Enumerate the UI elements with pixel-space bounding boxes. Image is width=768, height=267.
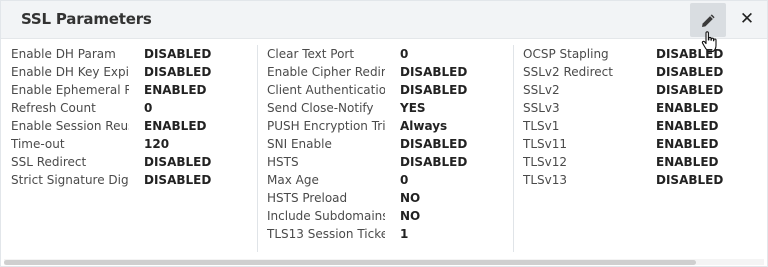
- pencil-icon: [702, 14, 715, 27]
- parameter-label: TLSv13: [523, 173, 568, 187]
- parameter-label: TLSv11: [523, 137, 568, 151]
- parameter-value: Always: [400, 119, 448, 133]
- parameter-label: Clear Text Port: [267, 47, 355, 61]
- parameters-column-2: Clear Text Port 0 Enable Cipher Redirect DI…: [257, 45, 513, 252]
- panel-header: SSL Parameters ✕: [1, 1, 767, 53]
- parameter-row: Strict Signature Diges… DISABLED: [2, 171, 257, 189]
- parameter-row: Client Authentication DISABLED: [258, 81, 513, 99]
- parameter-label: Include Subdomains: [267, 209, 385, 223]
- panel-title: SSL Parameters: [21, 10, 152, 28]
- parameter-label: TLSv12: [523, 155, 568, 169]
- parameter-row: TLSv11 ENABLED: [514, 135, 767, 153]
- parameter-row: Refresh Count 0: [2, 99, 257, 117]
- parameter-row: Time-out 120: [2, 135, 257, 153]
- parameter-value: 0: [400, 173, 409, 187]
- parameter-label: Enable Ephemeral RSA: [11, 83, 129, 97]
- parameter-label: TLSv1: [523, 119, 560, 133]
- parameter-value: DISABLED: [144, 155, 212, 169]
- parameter-value: 120: [144, 137, 170, 151]
- parameter-label: SSL Redirect: [11, 155, 87, 169]
- parameter-value: DISABLED: [144, 173, 212, 187]
- parameter-value: DISABLED: [400, 83, 468, 97]
- parameter-label: Enable DH Key Expire…: [11, 65, 129, 79]
- parameter-value: DISABLED: [400, 65, 468, 79]
- parameter-value: ENABLED: [656, 155, 719, 169]
- parameter-row: Include Subdomains NO: [258, 207, 513, 225]
- parameter-value: DISABLED: [144, 47, 212, 61]
- parameter-label: Enable DH Param: [11, 47, 116, 61]
- parameter-label: Client Authentication: [267, 83, 385, 97]
- parameter-label: SSLv3: [523, 101, 560, 115]
- parameter-value: ENABLED: [144, 83, 207, 97]
- parameter-row: HSTS Preload NO: [258, 189, 513, 207]
- parameter-row: Max Age 0: [258, 171, 513, 189]
- parameter-label: Enable Cipher Redirect: [267, 65, 385, 79]
- parameter-value: 0: [400, 47, 409, 61]
- parameter-value: ENABLED: [656, 119, 719, 133]
- parameter-row: TLS13 Session Tickets… 1: [258, 225, 513, 243]
- parameter-row: Send Close-Notify YES: [258, 99, 513, 117]
- parameter-row: Enable Ephemeral RSA ENABLED: [2, 81, 257, 99]
- parameter-value: YES: [400, 101, 426, 115]
- parameter-value: DISABLED: [400, 137, 468, 151]
- parameter-row: PUSH Encryption Trig… Always: [258, 117, 513, 135]
- parameter-value: ENABLED: [144, 119, 207, 133]
- parameter-row: TLSv1 ENABLED: [514, 117, 767, 135]
- parameters-column-3: OCSP Stapling DISABLED SSLv2 Redirect DISAB…: [513, 45, 767, 252]
- parameter-value: ENABLED: [656, 101, 719, 115]
- parameter-row: TLSv13 DISABLED: [514, 171, 767, 189]
- parameter-label: SSLv2: [523, 83, 560, 97]
- parameter-value: DISABLED: [656, 47, 724, 61]
- parameter-row: SSLv2 DISABLED: [514, 81, 767, 99]
- parameter-row: Enable Cipher Redirect DISABLED: [258, 63, 513, 81]
- parameter-label: HSTS Preload: [267, 191, 348, 205]
- parameter-label: OCSP Stapling: [523, 47, 609, 61]
- parameter-row: TLSv12 ENABLED: [514, 153, 767, 171]
- parameter-value: ENABLED: [656, 137, 719, 151]
- parameter-row: Enable DH Param DISABLED: [2, 45, 257, 63]
- ssl-parameters-panel: SSL Parameters ✕ Enable DH Param DISABLED…: [0, 0, 768, 267]
- close-button[interactable]: ✕: [739, 9, 755, 29]
- parameter-row: SSLv3 ENABLED: [514, 99, 767, 117]
- parameter-row: SSLv2 Redirect DISABLED: [514, 63, 767, 81]
- parameters-column-1: Enable DH Param DISABLED Enable DH Key Exp…: [2, 45, 257, 252]
- parameter-row: SNI Enable DISABLED: [258, 135, 513, 153]
- parameter-label: SSLv2 Redirect: [523, 65, 613, 79]
- parameter-row: OCSP Stapling DISABLED: [514, 45, 767, 63]
- parameter-value: DISABLED: [656, 65, 724, 79]
- parameter-row: Enable Session Reuse ENABLED: [2, 117, 257, 135]
- parameter-row: SSL Redirect DISABLED: [2, 153, 257, 171]
- parameter-value: DISABLED: [400, 155, 468, 169]
- parameter-label: TLS13 Session Tickets…: [267, 227, 385, 241]
- parameter-row: HSTS DISABLED: [258, 153, 513, 171]
- parameter-value: 0: [144, 101, 153, 115]
- parameter-label: Max Age: [267, 173, 319, 187]
- parameter-value: NO: [400, 191, 421, 205]
- parameter-row: Enable DH Key Expire… DISABLED: [2, 63, 257, 81]
- parameter-value: 1: [400, 227, 409, 241]
- parameter-label: Send Close-Notify: [267, 101, 374, 115]
- parameter-label: Strict Signature Diges…: [11, 173, 129, 187]
- parameter-value: DISABLED: [144, 65, 212, 79]
- parameter-label: PUSH Encryption Trig…: [267, 119, 385, 133]
- parameter-label: Time-out: [11, 137, 65, 151]
- parameter-value: NO: [400, 209, 421, 223]
- parameter-label: SNI Enable: [267, 137, 332, 151]
- parameter-value: DISABLED: [656, 83, 724, 97]
- parameter-label: HSTS: [267, 155, 299, 169]
- parameter-label: Enable Session Reuse: [11, 119, 129, 133]
- parameter-value: DISABLED: [656, 173, 724, 187]
- parameter-row: Clear Text Port 0: [258, 45, 513, 63]
- parameter-label: Refresh Count: [11, 101, 96, 115]
- scrollbar-thumb[interactable]: [4, 260, 696, 265]
